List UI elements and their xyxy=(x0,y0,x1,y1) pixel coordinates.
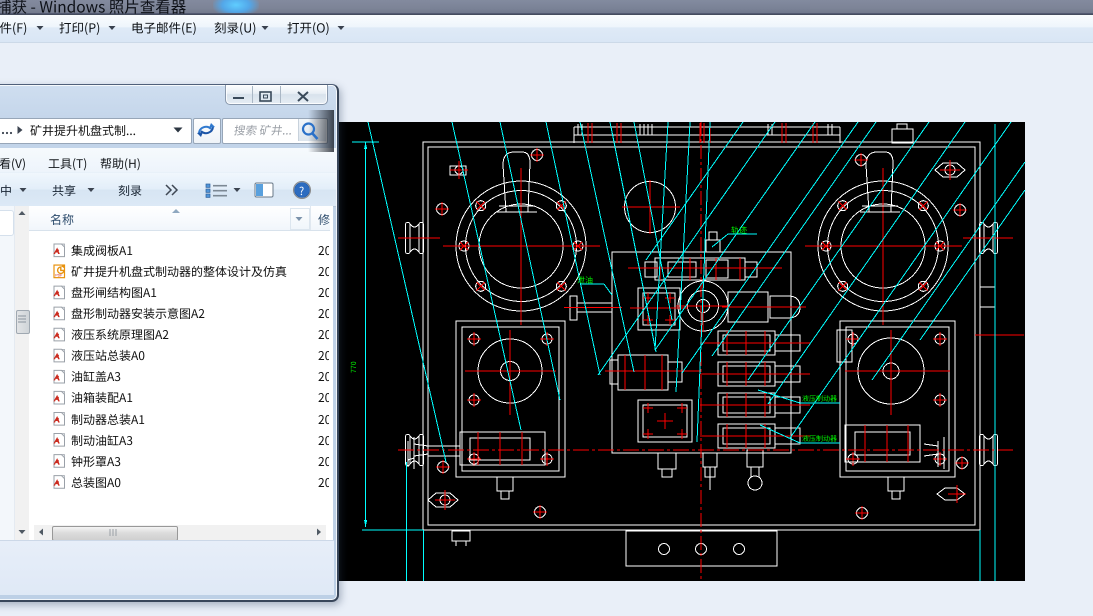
svg-text:PDF: PDF xyxy=(55,274,63,278)
